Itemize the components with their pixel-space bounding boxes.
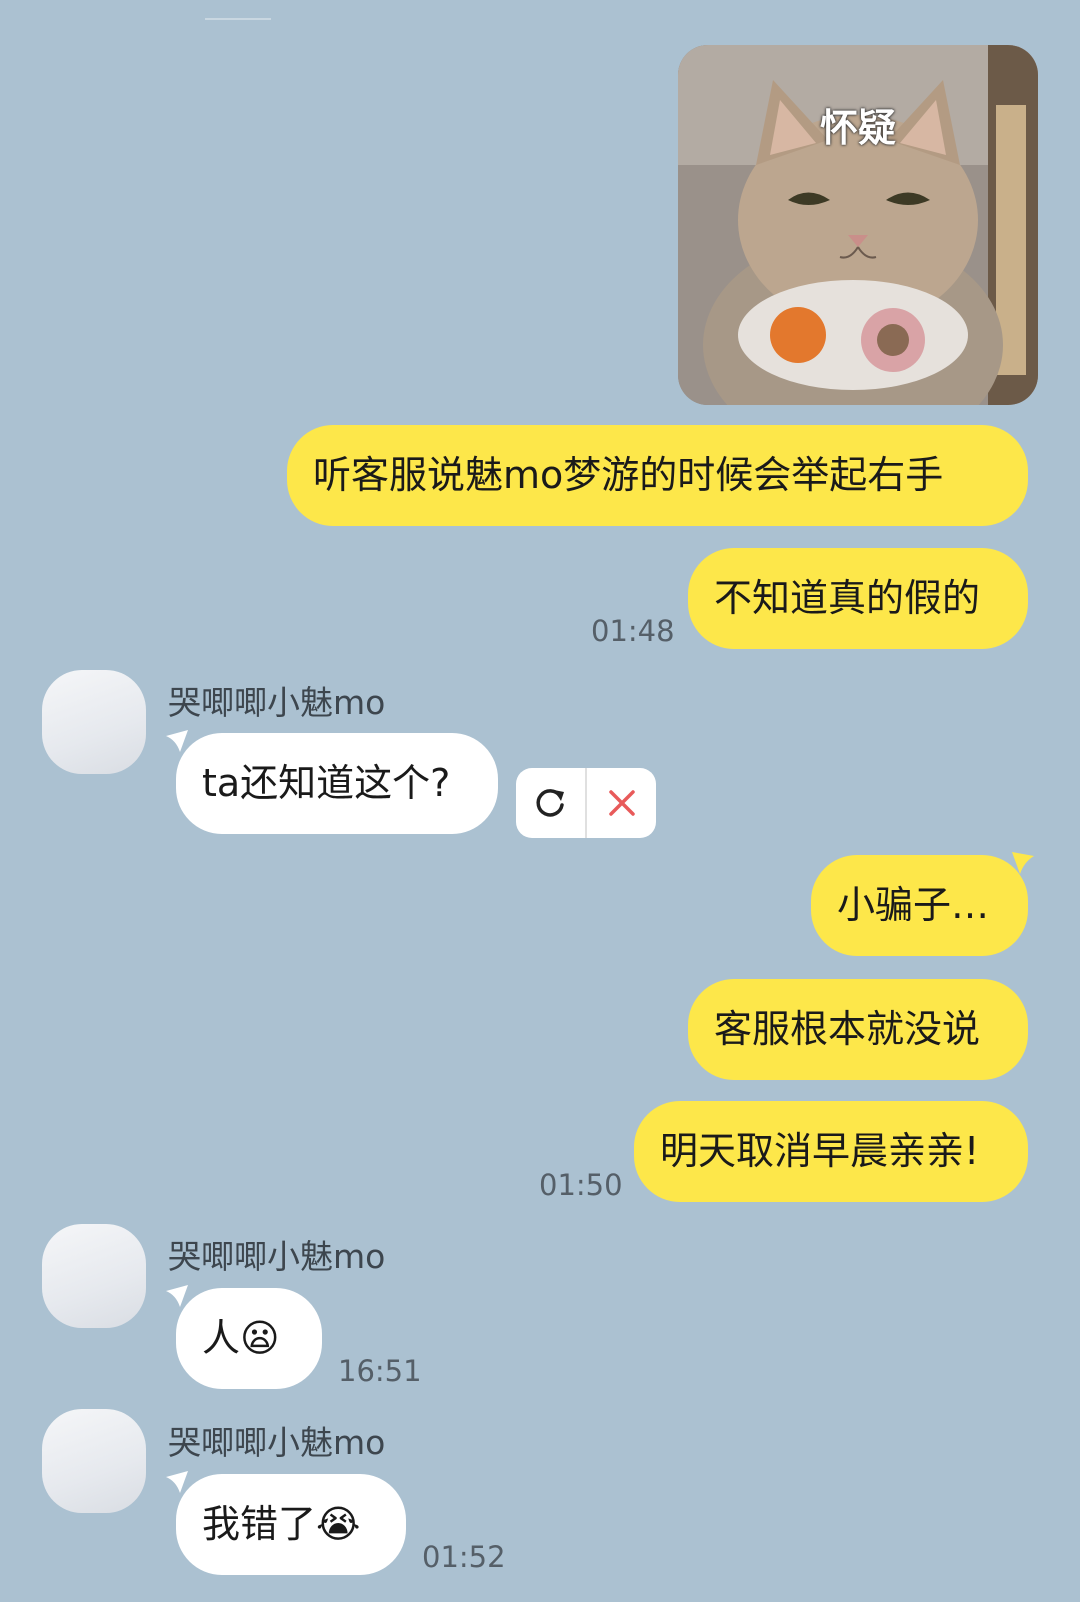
- outgoing-message[interactable]: 小骗子…: [811, 855, 1028, 956]
- sender-name: 哭唧唧小魅mo: [168, 683, 386, 722]
- message-text: 不知道真的假的: [714, 576, 981, 620]
- message-text: 我错了😭: [202, 1502, 361, 1546]
- sticker-caption: 怀疑: [819, 106, 896, 150]
- message-text: 明天取消早晨亲亲!: [660, 1129, 980, 1173]
- message-text: ta还知道这个?: [202, 761, 451, 805]
- incoming-message[interactable]: ta还知道这个?: [176, 733, 498, 834]
- incoming-message[interactable]: 人😦: [176, 1288, 322, 1389]
- avatar[interactable]: [42, 670, 146, 774]
- refresh-icon: [535, 789, 564, 817]
- outgoing-message[interactable]: 不知道真的假的: [688, 548, 1028, 649]
- outgoing-message[interactable]: 听客服说魅mo梦游的时候会举起右手: [287, 425, 1028, 526]
- top-divider: [205, 18, 271, 20]
- incoming-message[interactable]: 我错了😭: [176, 1474, 406, 1575]
- message-text: 小骗子…: [837, 883, 990, 927]
- failed-message-actions: [516, 768, 656, 838]
- message-text: 听客服说魅mo梦游的时候会举起右手: [313, 453, 944, 497]
- bubble-tail: [166, 730, 188, 752]
- message-timestamp: 01:52: [422, 1540, 506, 1574]
- outgoing-message[interactable]: 客服根本就没说: [688, 979, 1028, 1080]
- avatar[interactable]: [42, 1409, 146, 1513]
- message-timestamp: 01:50: [539, 1168, 623, 1202]
- message-timestamp: 01:48: [591, 614, 675, 648]
- cat-sticker-image[interactable]: 怀疑: [678, 45, 1038, 405]
- message-text: 客服根本就没说: [714, 1007, 981, 1051]
- bubble-tail: [166, 1285, 188, 1307]
- message-text: 人😦: [202, 1316, 280, 1360]
- sender-name: 哭唧唧小魅mo: [168, 1237, 386, 1276]
- bubble-tail: [166, 1471, 188, 1493]
- outgoing-message[interactable]: 明天取消早晨亲亲!: [634, 1101, 1028, 1202]
- avatar[interactable]: [42, 1224, 146, 1328]
- close-x-icon: [608, 790, 635, 816]
- message-timestamp: 16:51: [338, 1354, 422, 1388]
- retry-button[interactable]: [516, 768, 585, 838]
- bubble-tail: [1012, 852, 1034, 874]
- delete-button[interactable]: [587, 768, 656, 838]
- sender-name: 哭唧唧小魅mo: [168, 1423, 386, 1462]
